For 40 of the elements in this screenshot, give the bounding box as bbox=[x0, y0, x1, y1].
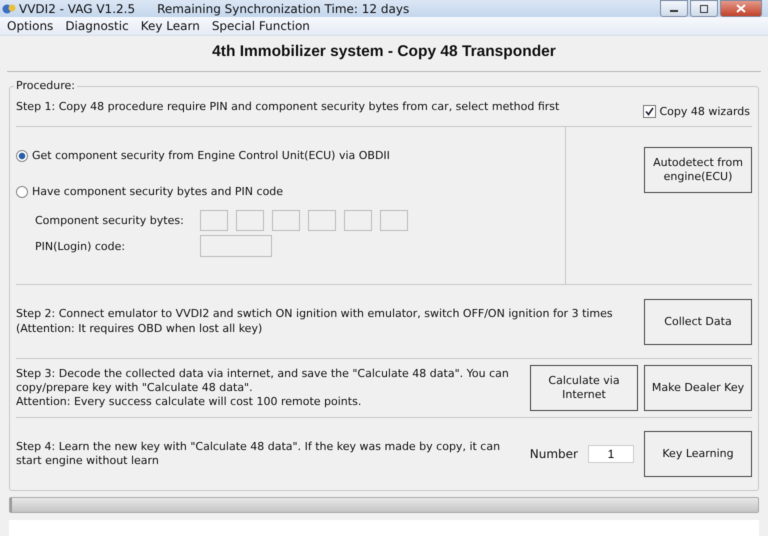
byte-input-field[interactable] bbox=[308, 210, 336, 231]
autodetect-button[interactable]: Autodetect from engine(ECU) bbox=[644, 147, 752, 193]
number-label: Number bbox=[530, 447, 578, 461]
sync-status: Remaining Synchronization Time: 12 days bbox=[157, 2, 410, 16]
app-icon bbox=[2, 2, 16, 14]
field-label: PIN(Login) code: bbox=[35, 240, 126, 252]
byte-input-field[interactable] bbox=[344, 210, 372, 231]
screen-heading: 4th Immobilizer system - Copy 48 Transponder bbox=[7, 36, 761, 72]
menu-item[interactable]: Diagnostic bbox=[64, 17, 130, 35]
action-button[interactable]: Calculate via Internet bbox=[530, 365, 638, 411]
menu-item[interactable]: Special Function bbox=[210, 17, 311, 35]
method-radio[interactable]: Get component security from Engine Control Unit(ECU) via OBDII bbox=[16, 149, 565, 162]
maximize-button[interactable] bbox=[690, 0, 718, 17]
menu-item[interactable]: Key Learn bbox=[140, 17, 201, 35]
window-title: VVDI2 - VAG V1.2.5 bbox=[19, 2, 136, 16]
key-learning-button[interactable]: Key Learning bbox=[644, 431, 752, 477]
field-label: Component security bytes: bbox=[35, 214, 185, 227]
method-radio[interactable]: Have component security bytes and PIN code bbox=[16, 185, 565, 198]
number-input-field[interactable]: 1 bbox=[588, 445, 634, 463]
maximize-icon bbox=[699, 4, 709, 12]
byte-input-field[interactable] bbox=[200, 210, 228, 231]
byte-input-field[interactable] bbox=[272, 210, 300, 231]
radio-circle[interactable] bbox=[16, 186, 28, 198]
radio-circle[interactable] bbox=[16, 150, 28, 162]
action-button[interactable]: Make Dealer Key bbox=[644, 365, 752, 411]
byte-input-field[interactable] bbox=[380, 210, 408, 231]
wizard-checkbox[interactable]: Copy 48 wizards bbox=[643, 97, 750, 118]
menu-item[interactable]: Options bbox=[6, 17, 54, 35]
byte-input-field[interactable] bbox=[236, 210, 264, 231]
step-text: Step 2: Connect emulator to VVDI2 and swtich ON ignition with emulator, switch OFF/ON ignition for 3 times (Attention: It requires OBD when lost all key) bbox=[16, 307, 613, 336]
pin-input-field[interactable] bbox=[200, 235, 272, 257]
step-text: Step 4: Learn the new key with "Calculate 48 data". If the key was made by copy, it can start engine without learn bbox=[16, 440, 502, 468]
collect-data-button[interactable]: Collect Data bbox=[644, 298, 752, 344]
close-icon bbox=[736, 4, 746, 13]
minimize-button[interactable] bbox=[660, 0, 688, 17]
checkbox-box[interactable] bbox=[643, 105, 656, 118]
step-text: Step 1: Copy 48 procedure require PIN and component security bytes from car, select method first bbox=[16, 100, 560, 115]
close-button[interactable] bbox=[720, 0, 762, 17]
step-text: Step 3: Decode the collected data via internet, and save the "Calculate 48 data". You can copy/prepare key with "Calculate 48 data". Attention: Every success calculate will cost 100 remote points. bbox=[16, 366, 510, 410]
group-legend: Procedure: bbox=[14, 79, 77, 92]
